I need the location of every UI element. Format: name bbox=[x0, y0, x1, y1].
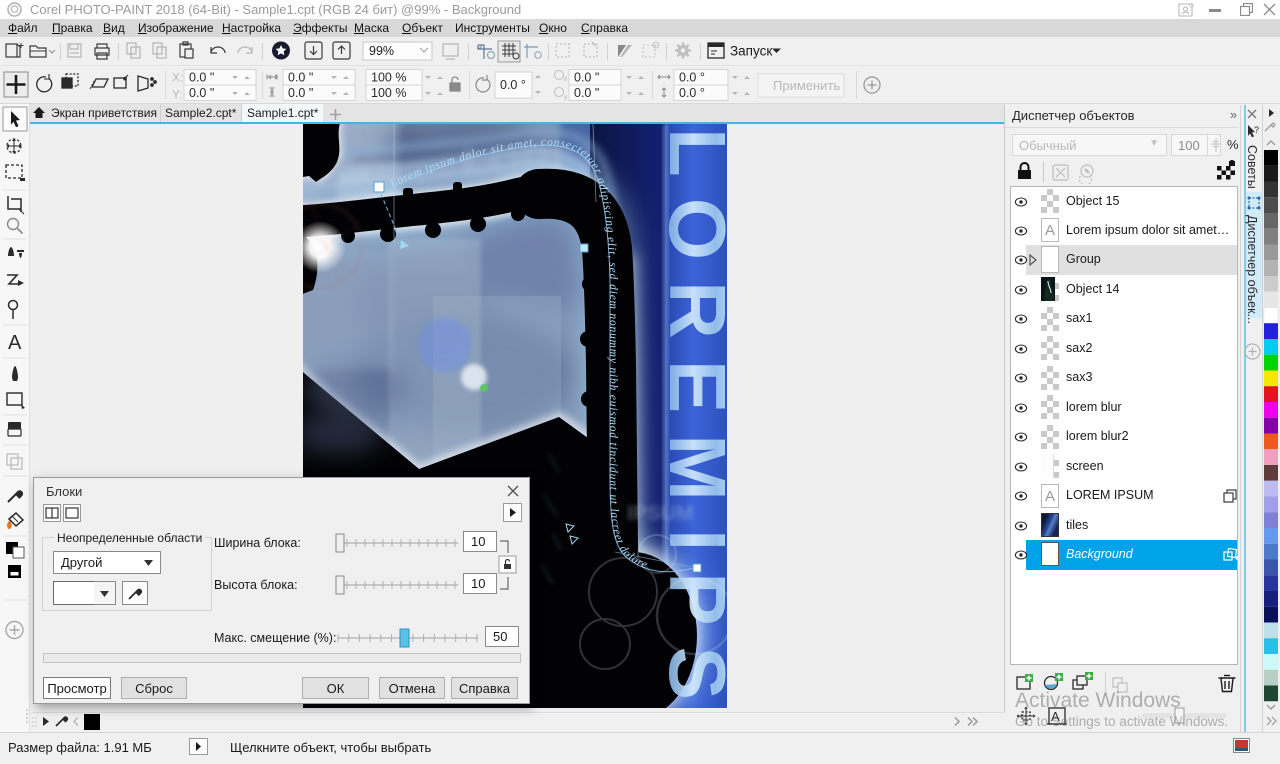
svg-text:IPSUM: IPSUM bbox=[627, 502, 694, 525]
svg-text:0.0 °: 0.0 ° bbox=[679, 71, 705, 85]
svg-text:0.0 ": 0.0 " bbox=[288, 86, 313, 100]
svg-text:Применить: Применить bbox=[773, 78, 840, 93]
svg-text:0.0 ": 0.0 " bbox=[574, 86, 599, 100]
svg-text:100 %: 100 % bbox=[371, 86, 406, 100]
svg-text:0.0 ": 0.0 " bbox=[189, 71, 214, 85]
svg-text:X:: X: bbox=[172, 71, 183, 85]
svg-text:99%: 99% bbox=[369, 44, 394, 58]
svg-text:x: x bbox=[564, 75, 568, 82]
svg-text:0.0 ": 0.0 " bbox=[189, 86, 214, 100]
svg-text:?: ? bbox=[1254, 125, 1259, 135]
svg-text:Запуск: Запуск bbox=[730, 44, 772, 59]
svg-text:0.0 °: 0.0 ° bbox=[500, 78, 526, 92]
svg-text:LOREM: LOREM bbox=[653, 128, 727, 522]
svg-text:A: A bbox=[8, 332, 22, 354]
svg-text:0.0 ": 0.0 " bbox=[288, 71, 313, 85]
svg-text:IPSUM: IPSUM bbox=[653, 529, 727, 708]
svg-text:100 %: 100 % bbox=[371, 71, 406, 85]
svg-text:Y:: Y: bbox=[172, 88, 183, 102]
svg-text:0.0 °: 0.0 ° bbox=[679, 86, 705, 100]
svg-text:y: y bbox=[564, 94, 568, 101]
svg-text:0.0 ": 0.0 " bbox=[574, 71, 599, 85]
